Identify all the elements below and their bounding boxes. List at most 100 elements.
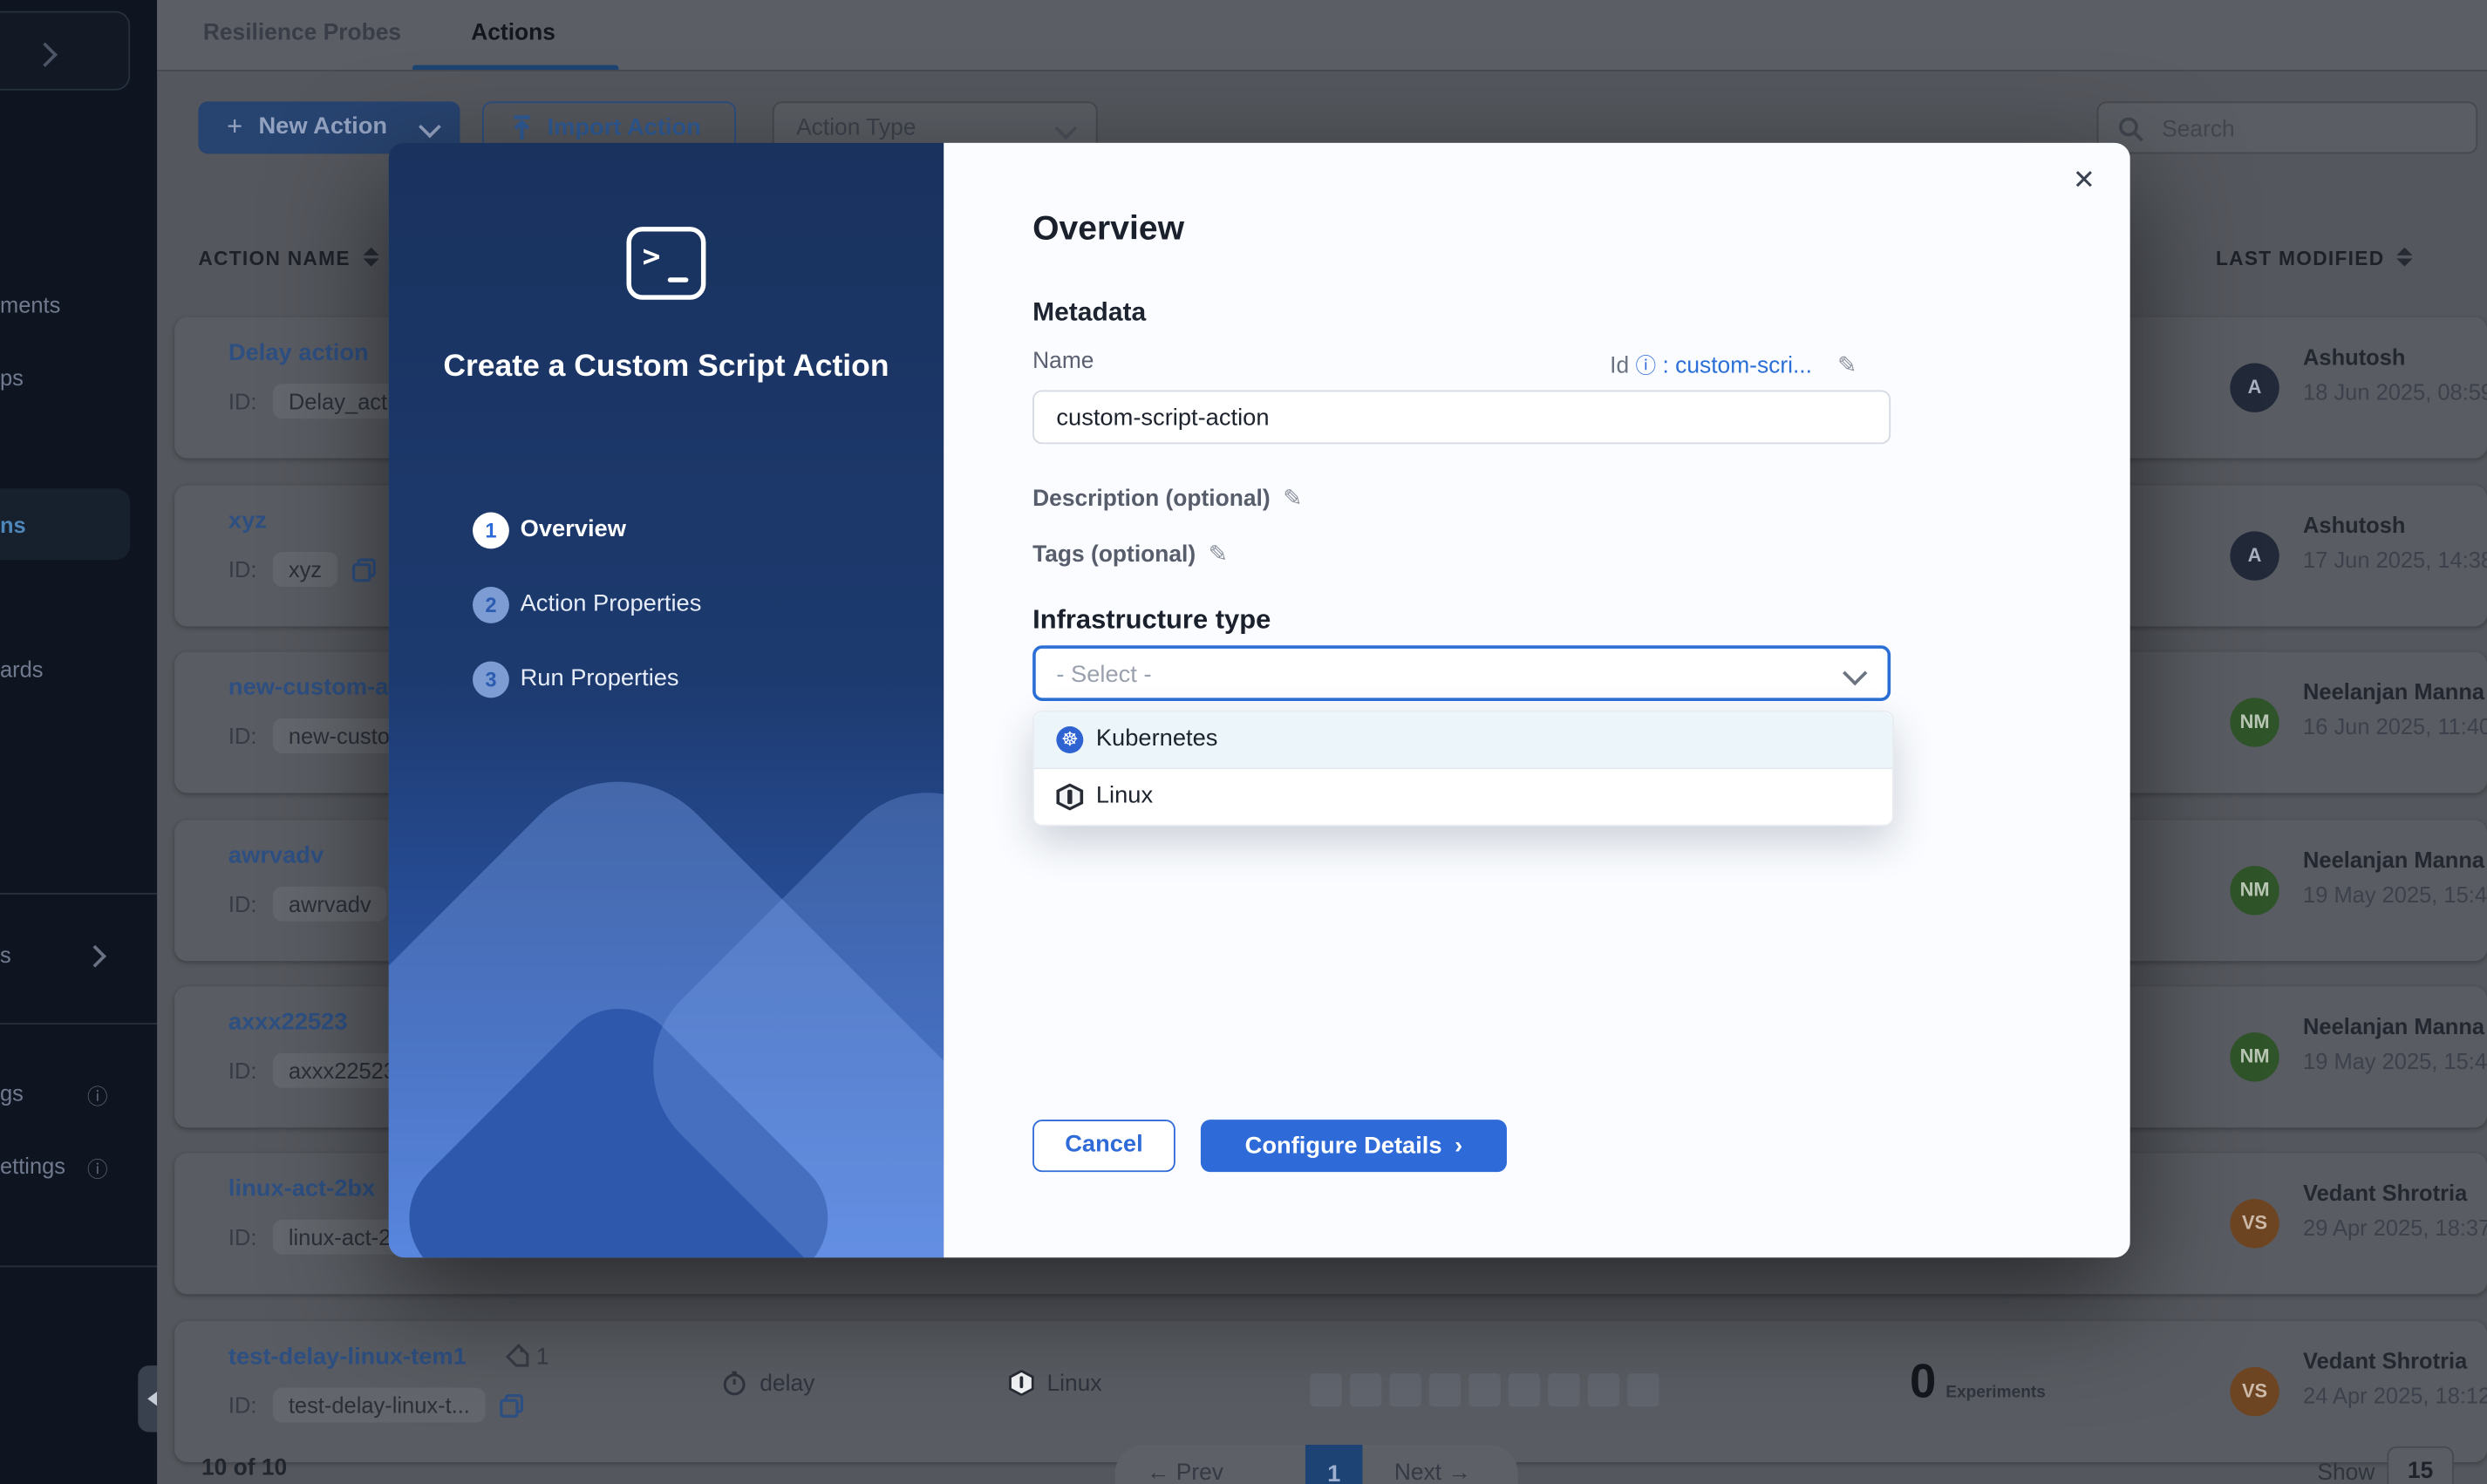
- sidebar-item-flags[interactable]: gs: [0, 1080, 24, 1106]
- modified-date: 24 Apr 2025, 18:12: [2303, 1383, 2487, 1408]
- sort-icon[interactable]: [363, 248, 378, 267]
- wizard-side-panel: > Create a Custom Script Action 1 Overvi…: [389, 143, 944, 1258]
- chevron-down-icon: [419, 116, 441, 139]
- avatar: A: [2230, 531, 2279, 580]
- tags-label: Tags (optional)✎: [1032, 542, 1228, 568]
- sidebar-item-settings[interactable]: ettings: [0, 1153, 65, 1178]
- modified-date: 18 Jun 2025, 08:59: [2303, 379, 2487, 405]
- kubernetes-icon: ☸: [1056, 726, 1083, 753]
- modified-by-user: Vedant Shrotria: [2303, 1348, 2467, 1373]
- chevron-right-icon: ›: [1455, 1133, 1462, 1160]
- infrastructure-select[interactable]: - Select -: [1032, 645, 1891, 701]
- edit-description-icon[interactable]: ✎: [1283, 487, 1302, 512]
- action-name-link[interactable]: axxx22523: [228, 1009, 348, 1036]
- wizard-title: Create a Custom Script Action: [414, 346, 918, 387]
- plus-icon: +: [227, 111, 242, 142]
- modified-by-user: Ashutosh: [2303, 513, 2405, 538]
- sidebar-collapse-handle[interactable]: [138, 1365, 157, 1432]
- clock-icon: [722, 1371, 747, 1396]
- chevron-left-icon: [147, 1389, 157, 1408]
- avatar: NM: [2230, 698, 2279, 746]
- modified-by-user: Neelanjan Manna: [2303, 678, 2484, 704]
- tab-actions[interactable]: Actions: [471, 21, 555, 46]
- project-selector[interactable]: [0, 11, 130, 91]
- chevron-down-icon: [1054, 117, 1077, 140]
- sidebar-divider: [0, 893, 157, 895]
- upload-icon: [509, 114, 535, 143]
- close-icon[interactable]: ✕: [2073, 165, 2095, 196]
- edit-tags-icon[interactable]: ✎: [1209, 542, 1228, 568]
- sidebar-item-group[interactable]: s: [0, 942, 11, 967]
- step-heading: Overview: [1032, 209, 1184, 248]
- infrastructure-dropdown: ☸ Kubernetes Linux: [1032, 711, 1894, 827]
- avatar: A: [2230, 364, 2279, 412]
- next-page-button[interactable]: Next →: [1394, 1460, 1471, 1484]
- sidebar-item-actions[interactable]: ns: [0, 513, 26, 538]
- page-size-select[interactable]: 15: [2387, 1447, 2453, 1484]
- edit-id-icon[interactable]: ✎: [1837, 354, 1857, 379]
- modified-date: 17 Jun 2025, 14:38: [2303, 548, 2487, 573]
- sidebar-item-dashboards[interactable]: ards: [0, 657, 44, 682]
- copy-icon[interactable]: [500, 1393, 523, 1417]
- search-input[interactable]: [2159, 105, 2467, 153]
- app-window: ments ps ns ards s gs ⓘ ettings ⓘ Resili…: [0, 0, 2487, 1484]
- action-id: ID:axxx22523: [228, 1053, 412, 1094]
- tag-count: 1: [504, 1344, 549, 1371]
- action-id-link[interactable]: : custom-scri...: [1663, 354, 1812, 379]
- avatar: NM: [2230, 1032, 2279, 1081]
- action-name-link[interactable]: xyz: [228, 507, 267, 534]
- create-custom-script-action-modal: > Create a Custom Script Action 1 Overvi…: [389, 143, 2130, 1258]
- copy-icon[interactable]: [352, 557, 376, 581]
- info-icon: ⓘ: [87, 1153, 108, 1183]
- action-name-link[interactable]: test-delay-linux-tem1: [228, 1344, 467, 1371]
- action-id-line: Id ⓘ : custom-scri... ✎: [1610, 349, 1857, 379]
- sort-icon[interactable]: [2397, 248, 2413, 267]
- modified-date: 19 May 2025, 15:42: [2303, 1048, 2487, 1073]
- modified-date: 16 Jun 2025, 11:40: [2303, 714, 2487, 739]
- modified-by-user: Vedant Shrotria: [2303, 1180, 2467, 1205]
- metadata-heading: Metadata: [1032, 298, 1146, 329]
- sidebar-divider: [0, 1265, 157, 1267]
- action-name-link[interactable]: new-custom-a: [228, 674, 388, 701]
- action-name-link[interactable]: linux-act-2bx: [228, 1175, 375, 1202]
- tag-icon: [504, 1344, 529, 1369]
- action-name-link[interactable]: awrvadv: [228, 842, 324, 869]
- infrastructure-type-heading: Infrastructure type: [1032, 604, 1271, 636]
- linux-icon: [1009, 1371, 1034, 1396]
- sidebar-item-experiments[interactable]: ments: [0, 292, 60, 317]
- left-nav-sidebar: ments ps ns ards s gs ⓘ ettings ⓘ: [0, 0, 157, 1484]
- chevron-down-icon: [1843, 661, 1867, 685]
- tab-resilience-probes[interactable]: Resilience Probes: [203, 21, 401, 46]
- column-header-last-modified[interactable]: LAST MODIFIED: [2216, 246, 2413, 269]
- cancel-button[interactable]: Cancel: [1032, 1120, 1175, 1172]
- results-summary: 10 of 10: [201, 1456, 287, 1481]
- modified-by-user: Ashutosh: [2303, 344, 2405, 370]
- option-linux[interactable]: Linux: [1034, 769, 1892, 825]
- action-id: ID:xyz: [228, 552, 376, 593]
- name-input[interactable]: [1032, 390, 1891, 444]
- modified-date: 29 Apr 2025, 18:37: [2303, 1215, 2487, 1240]
- search-icon: [2117, 116, 2144, 143]
- skeleton-placeholders: [1310, 1373, 1666, 1414]
- experiments-count: 0Experiments: [1910, 1356, 2046, 1410]
- action-name-link[interactable]: Delay action: [228, 339, 369, 366]
- description-label: Description (optional)✎: [1032, 487, 1302, 512]
- chevron-right-icon: [84, 945, 106, 968]
- modified-by-user: Neelanjan Manna: [2303, 847, 2484, 872]
- active-tab-underline: [412, 65, 618, 70]
- configure-details-button[interactable]: Configure Details›: [1201, 1120, 1507, 1172]
- wizard-form-panel: ✕ Overview Metadata Name Id ⓘ : custom-s…: [944, 143, 2130, 1258]
- option-kubernetes[interactable]: ☸ Kubernetes: [1034, 712, 1892, 769]
- modified-date: 19 May 2025, 15:46: [2303, 882, 2487, 907]
- action-id: ID:test-delay-linux-t...: [228, 1388, 524, 1429]
- terminal-icon: >: [626, 227, 705, 300]
- infrastructure-cell: Linux: [1009, 1371, 1102, 1398]
- column-header-action-name[interactable]: ACTION NAME: [198, 246, 378, 269]
- prev-page-button[interactable]: ← Prev: [1147, 1460, 1223, 1484]
- current-page-button[interactable]: 1: [1305, 1445, 1362, 1484]
- chevron-right-icon: [33, 43, 58, 67]
- avatar: VS: [2230, 1367, 2279, 1416]
- sidebar-item-hubs[interactable]: ps: [0, 364, 24, 390]
- search-box: [2097, 101, 2478, 153]
- avatar: NM: [2230, 866, 2279, 915]
